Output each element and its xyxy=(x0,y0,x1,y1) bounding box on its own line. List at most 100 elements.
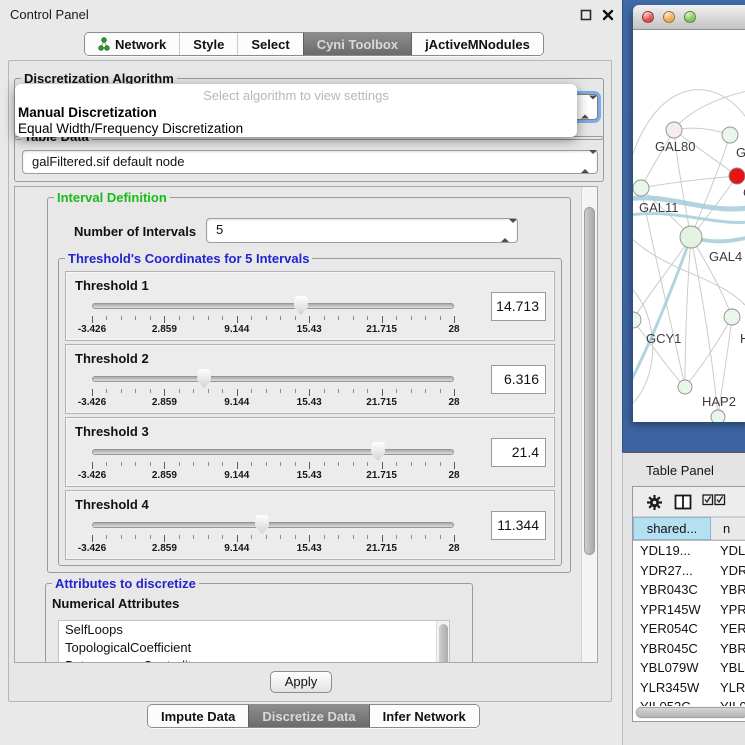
major-tick xyxy=(454,389,455,396)
network-edge[interactable] xyxy=(685,317,732,387)
minor-tick xyxy=(367,316,368,320)
table-row[interactable]: YBL079WYBL0 xyxy=(633,658,745,678)
tab-cyni-toolbox[interactable]: Cyni Toolbox xyxy=(303,33,411,55)
major-tick xyxy=(454,535,455,542)
tab-infer-network[interactable]: Infer Network xyxy=(369,705,479,727)
major-tick xyxy=(454,316,455,323)
slider-track[interactable] xyxy=(92,522,454,528)
network-edge[interactable] xyxy=(674,90,745,130)
network-edge[interactable] xyxy=(633,237,691,320)
minor-tick xyxy=(135,316,136,320)
minor-tick xyxy=(295,389,296,393)
table-row[interactable]: YDR27...YDR2 xyxy=(633,561,745,581)
threshold-slider[interactable]: -3.4262.8599.14415.4321.71528 xyxy=(92,272,454,342)
column-header-name[interactable]: n xyxy=(711,517,745,540)
split-columns-icon[interactable] xyxy=(674,494,692,510)
minor-tick xyxy=(251,316,252,320)
network-window-titlebar[interactable] xyxy=(633,5,745,30)
tab-jactivemnodules[interactable]: jActiveMNodules xyxy=(411,33,543,55)
network-node-red[interactable] xyxy=(729,168,745,184)
attribute-item-topologicalcoefficient[interactable]: TopologicalCoefficient xyxy=(59,639,449,657)
network-edge[interactable] xyxy=(641,176,737,188)
network-edge[interactable] xyxy=(633,285,653,408)
slider-thumb[interactable] xyxy=(371,442,385,461)
threshold-slider[interactable]: -3.4262.8599.14415.4321.71528 xyxy=(92,418,454,488)
threshold-value-field[interactable]: 6.316 xyxy=(491,365,546,394)
slider-track[interactable] xyxy=(92,449,454,455)
slider-thumb[interactable] xyxy=(294,296,308,315)
major-tick xyxy=(382,389,383,396)
close-icon[interactable] xyxy=(601,8,615,22)
dropdown-prompt: Select algorithm to view settings xyxy=(15,86,577,105)
major-tick xyxy=(454,462,455,469)
minor-tick xyxy=(367,535,368,539)
minor-tick xyxy=(425,462,426,466)
attributes-list[interactable]: SelfLoopsTopologicalCoefficientBetweenne… xyxy=(58,620,450,663)
table-row[interactable]: YER054CYER0 xyxy=(633,619,745,639)
apply-button[interactable]: Apply xyxy=(270,671,332,693)
group-title: Attributes to discretize xyxy=(52,576,199,591)
major-tick xyxy=(237,389,238,396)
slider-track[interactable] xyxy=(92,376,454,382)
minor-tick xyxy=(121,535,122,539)
scrollbar-thumb[interactable] xyxy=(584,207,595,555)
gear-icon[interactable] xyxy=(646,494,663,511)
node-label-gal4: GAL4 xyxy=(709,249,742,264)
network-edge[interactable] xyxy=(691,237,718,417)
attributes-list-scrollbar[interactable] xyxy=(436,621,449,663)
threshold-slider[interactable]: -3.4262.8599.14415.4321.71528 xyxy=(92,345,454,415)
minor-tick xyxy=(251,535,252,539)
network-node-gcy1[interactable] xyxy=(633,312,641,328)
tab-discretize-data[interactable]: Discretize Data xyxy=(248,705,368,727)
threshold-value-field[interactable]: 14.713 xyxy=(491,292,546,321)
dropdown-item-manual-discretization[interactable]: Manual Discretization xyxy=(15,105,577,121)
slider-track[interactable] xyxy=(92,303,454,309)
attribute-item-selfloops[interactable]: SelfLoops xyxy=(59,621,449,639)
network-node-h[interactable] xyxy=(724,309,740,325)
slider-thumb[interactable] xyxy=(197,369,211,388)
threshold-slider[interactable]: -3.4262.8599.14415.4321.71528 xyxy=(92,491,454,561)
select-columns-icon[interactable] xyxy=(702,494,726,506)
slider-thumb[interactable] xyxy=(255,515,269,534)
network-node-hap2[interactable] xyxy=(678,380,692,394)
tick-label: 15.43 xyxy=(297,470,322,481)
threshold-value-field[interactable]: 11.344 xyxy=(491,511,546,540)
float-window-icon[interactable] xyxy=(579,8,593,22)
settings-scrollbar[interactable] xyxy=(581,187,597,662)
network-node-gal80[interactable] xyxy=(666,122,682,138)
table-row[interactable]: YLR345WYLR3 xyxy=(633,678,745,698)
tab-network[interactable]: Network xyxy=(85,33,179,55)
network-node-gal4[interactable] xyxy=(680,226,702,248)
tab-impute-data[interactable]: Impute Data xyxy=(148,705,248,727)
zoom-traffic-light[interactable] xyxy=(684,11,696,23)
slider-ticks xyxy=(92,389,454,397)
table-row[interactable]: YBR045CYBR0 xyxy=(633,639,745,659)
attribute-item-betweennesscentrality[interactable]: BetweennessCentrality xyxy=(59,657,449,663)
network-node-gal11[interactable] xyxy=(633,180,649,196)
table-data-combobox[interactable]: galFiltered.sif default node xyxy=(22,150,598,174)
minor-tick xyxy=(106,462,107,466)
table-row[interactable]: YBR043CYBR0 xyxy=(633,580,745,600)
node-label-h: H xyxy=(740,331,745,346)
network-edge[interactable] xyxy=(685,237,691,387)
dropdown-item-equal-width-frequency-discretization[interactable]: Equal Width/Frequency Discretization xyxy=(15,121,577,137)
threshold-value-field[interactable]: 21.4 xyxy=(491,438,546,467)
tab-label: Select xyxy=(251,37,289,52)
tab-style[interactable]: Style xyxy=(179,33,237,55)
tick-label: 28 xyxy=(448,470,459,481)
major-tick xyxy=(309,389,310,396)
close-traffic-light[interactable] xyxy=(642,11,654,23)
table-row[interactable]: YDL19...YDL1 xyxy=(633,541,745,561)
network-node-ga[interactable] xyxy=(722,127,738,143)
table-horizontal-scrollbar[interactable] xyxy=(635,706,745,719)
column-header-shared-name[interactable]: shared... xyxy=(633,517,711,540)
table-row[interactable]: YPR145WYPR1 xyxy=(633,600,745,620)
minor-tick xyxy=(295,535,296,539)
tab-select[interactable]: Select xyxy=(237,33,302,55)
num-intervals-combobox[interactable]: 5 xyxy=(206,218,518,243)
network-canvas[interactable]: GAL80GACGAL11GAL4GCY1HHAP2 xyxy=(633,30,745,422)
minimize-traffic-light[interactable] xyxy=(663,11,675,23)
network-node-n9[interactable] xyxy=(711,410,725,422)
major-tick xyxy=(309,316,310,323)
network-edge[interactable] xyxy=(641,188,685,387)
